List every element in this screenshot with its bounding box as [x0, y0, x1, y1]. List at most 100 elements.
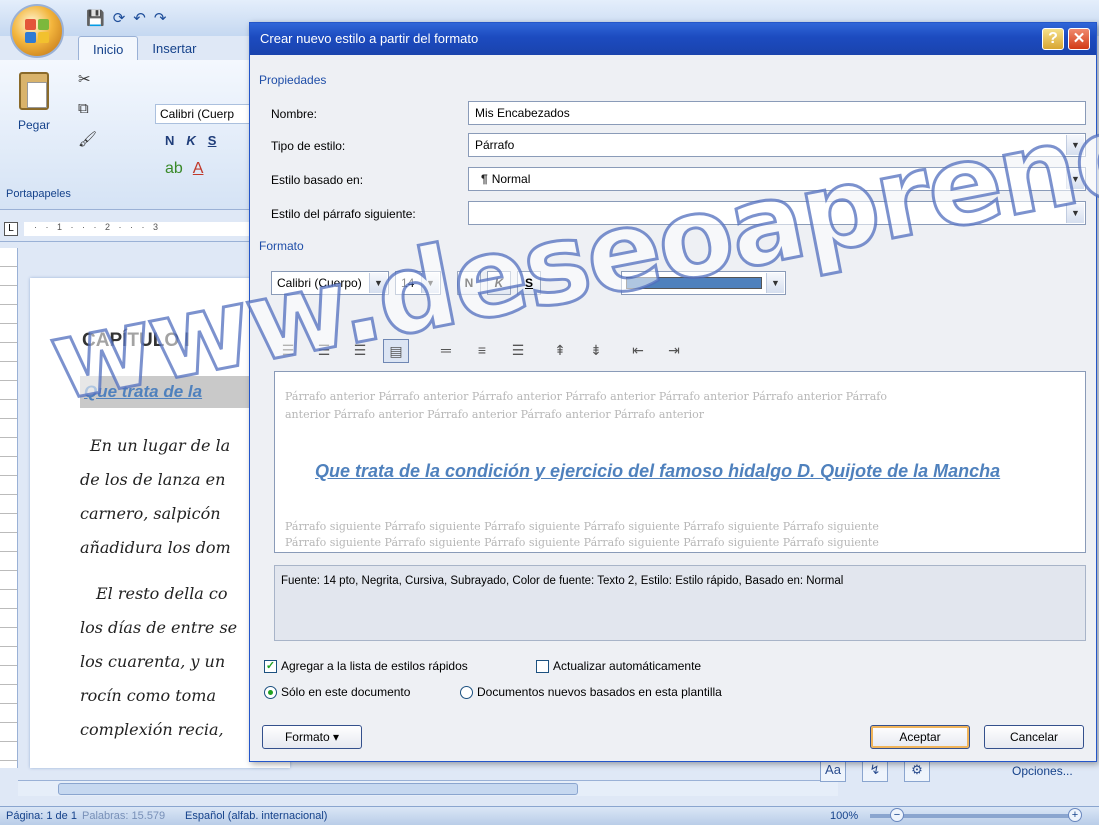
color-swatch — [626, 277, 762, 289]
close-button[interactable]: ✕ — [1068, 28, 1090, 50]
chevron-down-icon[interactable]: ▼ — [1066, 203, 1084, 223]
redo-icon[interactable]: ↷ — [154, 9, 167, 27]
underline-button[interactable]: S — [517, 271, 541, 295]
style-type-value: Párrafo — [475, 138, 515, 152]
checkbox-checked-icon[interactable]: ✓ — [264, 659, 277, 673]
auto-update-option[interactable]: Actualizar automáticamente — [536, 659, 701, 673]
status-word-count[interactable]: Palabras: 15.579 — [82, 810, 165, 822]
style-type-label: Tipo de estilo: — [271, 139, 346, 153]
tab-selector-icon[interactable]: L — [4, 222, 18, 236]
space-after-icon[interactable]: ⇟ — [583, 339, 609, 363]
repeat-icon[interactable]: ⟳ — [113, 9, 126, 27]
font-style-buttons: N K S — [165, 133, 216, 148]
paste-label: Pegar — [17, 118, 51, 132]
highlight-icon[interactable]: ab — [165, 160, 183, 178]
paste-button[interactable]: Pegar — [14, 72, 54, 152]
only-this-document-option[interactable]: Sólo en este documento — [264, 685, 410, 699]
line-spacing-onehalf-icon[interactable]: ≡ — [469, 339, 495, 363]
tab-inicio[interactable]: Inicio — [78, 36, 139, 61]
line-spacing-single-icon[interactable]: ═ — [433, 339, 459, 363]
name-input[interactable]: Mis Encabezados — [468, 101, 1086, 125]
chevron-down-icon[interactable]: ▼ — [421, 273, 439, 293]
horizontal-ruler: L · · 1 · · · 2 · · · 3 — [0, 218, 260, 242]
preview-previous-paragraph: anterior Párrafo anterior Párrafo anteri… — [285, 408, 705, 421]
format-painter-icon[interactable]: 🖌 — [78, 130, 97, 148]
increase-indent-icon[interactable]: ⇥ — [661, 339, 687, 363]
doc-line: En un lugar de la — [90, 436, 231, 455]
based-on-value: Normal — [491, 172, 531, 186]
options-link[interactable]: Opciones... — [1012, 764, 1073, 778]
only-this-document-label: Sólo en este documento — [281, 685, 411, 699]
italic-button[interactable]: K — [487, 271, 511, 295]
vertical-ruler — [0, 248, 18, 768]
create-style-dialog: Crear nuevo estilo a partir del formato … — [249, 22, 1097, 762]
based-on-select[interactable]: ¶ Normal ▼ — [468, 167, 1086, 191]
zoom-out-icon[interactable]: − — [890, 808, 904, 822]
align-justify-icon[interactable]: ▤ — [383, 339, 409, 363]
tab-insertar[interactable]: Insertar — [138, 36, 210, 61]
status-page-count[interactable]: Página: 1 de 1 — [6, 810, 77, 822]
name-label: Nombre: — [271, 107, 318, 121]
chevron-down-icon[interactable]: ▼ — [1066, 169, 1084, 189]
align-left-icon[interactable]: ☰ — [275, 339, 301, 363]
auto-update-label: Actualizar automáticamente — [553, 659, 702, 673]
chevron-down-icon[interactable]: ▼ — [369, 273, 387, 293]
quick-access-toolbar: 💾 ⟳ ↶ ↷ — [86, 6, 166, 30]
preview-previous-paragraph: Párrafo anterior Párrafo anterior Párraf… — [285, 390, 887, 403]
new-documents-option[interactable]: Documentos nuevos basados en esta planti… — [460, 685, 722, 699]
preview-sample-text: Que trata de la condición y ejercicio de… — [315, 461, 1001, 481]
chevron-down-icon[interactable]: ▼ — [766, 273, 784, 293]
checkbox-unchecked-icon[interactable] — [536, 659, 549, 673]
font-size-value: 14 — [401, 276, 415, 290]
ribbon-body: Pegar ✂ ⧉ 🖌 Portapapeles Calibri (Cuerp … — [0, 60, 260, 210]
style-type-select[interactable]: Párrafo ▼ — [468, 133, 1086, 157]
cut-icon[interactable]: ✂ — [78, 70, 91, 88]
help-button[interactable]: ? — [1042, 28, 1064, 50]
doc-line: de los de lanza en — [80, 470, 226, 489]
font-select[interactable]: Calibri (Cuerpo) ▼ — [271, 271, 389, 295]
doc-line: rocín como toma — [80, 686, 217, 705]
ribbon-tabs: Inicio Insertar — [78, 36, 210, 61]
scrollbar-thumb[interactable] — [58, 783, 578, 795]
chevron-down-icon[interactable]: ▼ — [1066, 135, 1084, 155]
format-menu-button[interactable]: Formato ▾ — [262, 725, 362, 749]
radio-selected-icon[interactable] — [264, 685, 277, 699]
zoom-level[interactable]: 100% — [830, 810, 858, 822]
italic-button[interactable]: K — [186, 133, 195, 148]
status-language[interactable]: Español (alfab. internacional) — [185, 810, 327, 822]
decrease-indent-icon[interactable]: ⇤ — [625, 339, 651, 363]
copy-icon[interactable]: ⧉ — [78, 100, 89, 117]
align-right-icon[interactable]: ☰ — [347, 339, 373, 363]
save-icon[interactable]: 💾 — [86, 9, 105, 27]
bold-button[interactable]: N — [165, 133, 174, 148]
new-documents-label: Documentos nuevos basados en esta planti… — [477, 685, 722, 699]
dialog-title: Crear nuevo estilo a partir del formato — [260, 31, 479, 46]
cancel-button[interactable]: Cancelar — [984, 725, 1084, 749]
align-center-icon[interactable]: ☰ — [311, 339, 337, 363]
font-name-box[interactable]: Calibri (Cuerp — [155, 104, 255, 124]
undo-icon[interactable]: ↶ — [133, 9, 146, 27]
preview-next-paragraph: Párrafo siguiente Párrafo siguiente Párr… — [285, 520, 879, 533]
underline-button[interactable]: S — [208, 133, 217, 148]
font-color-select[interactable]: ▼ — [621, 271, 786, 295]
add-quick-styles-label: Agregar a la lista de estilos rápidos — [281, 659, 468, 673]
preview-next-paragraph: Párrafo siguiente Párrafo siguiente Párr… — [285, 536, 879, 549]
clipboard-group-label: Portapapeles — [6, 188, 71, 200]
office-button[interactable] — [10, 4, 64, 58]
radio-unselected-icon[interactable] — [460, 685, 473, 699]
space-before-icon[interactable]: ⇞ — [547, 339, 573, 363]
font-color-row: ab A — [165, 160, 203, 178]
next-paragraph-select[interactable]: ▼ — [468, 201, 1086, 225]
font-size-select[interactable]: 14 ▼ — [395, 271, 441, 295]
bold-button[interactable]: N — [457, 271, 481, 295]
font-color-icon[interactable]: A — [193, 160, 204, 178]
ruler-scale: · · 1 · · · 2 · · · 3 — [24, 222, 254, 236]
line-spacing-double-icon[interactable]: ☰ — [505, 339, 531, 363]
style-preview: Párrafo anterior Párrafo anterior Párraf… — [274, 371, 1086, 553]
add-quick-styles-option[interactable]: ✓ Agregar a la lista de estilos rápidos — [264, 659, 468, 673]
zoom-in-icon[interactable]: + — [1068, 808, 1082, 822]
clipboard-group: Pegar ✂ ⧉ 🖌 Portapapeles — [6, 68, 144, 200]
accept-button[interactable]: Aceptar — [870, 725, 970, 749]
based-on-label: Estilo basado en: — [271, 173, 364, 187]
horizontal-scrollbar[interactable] — [18, 780, 838, 796]
